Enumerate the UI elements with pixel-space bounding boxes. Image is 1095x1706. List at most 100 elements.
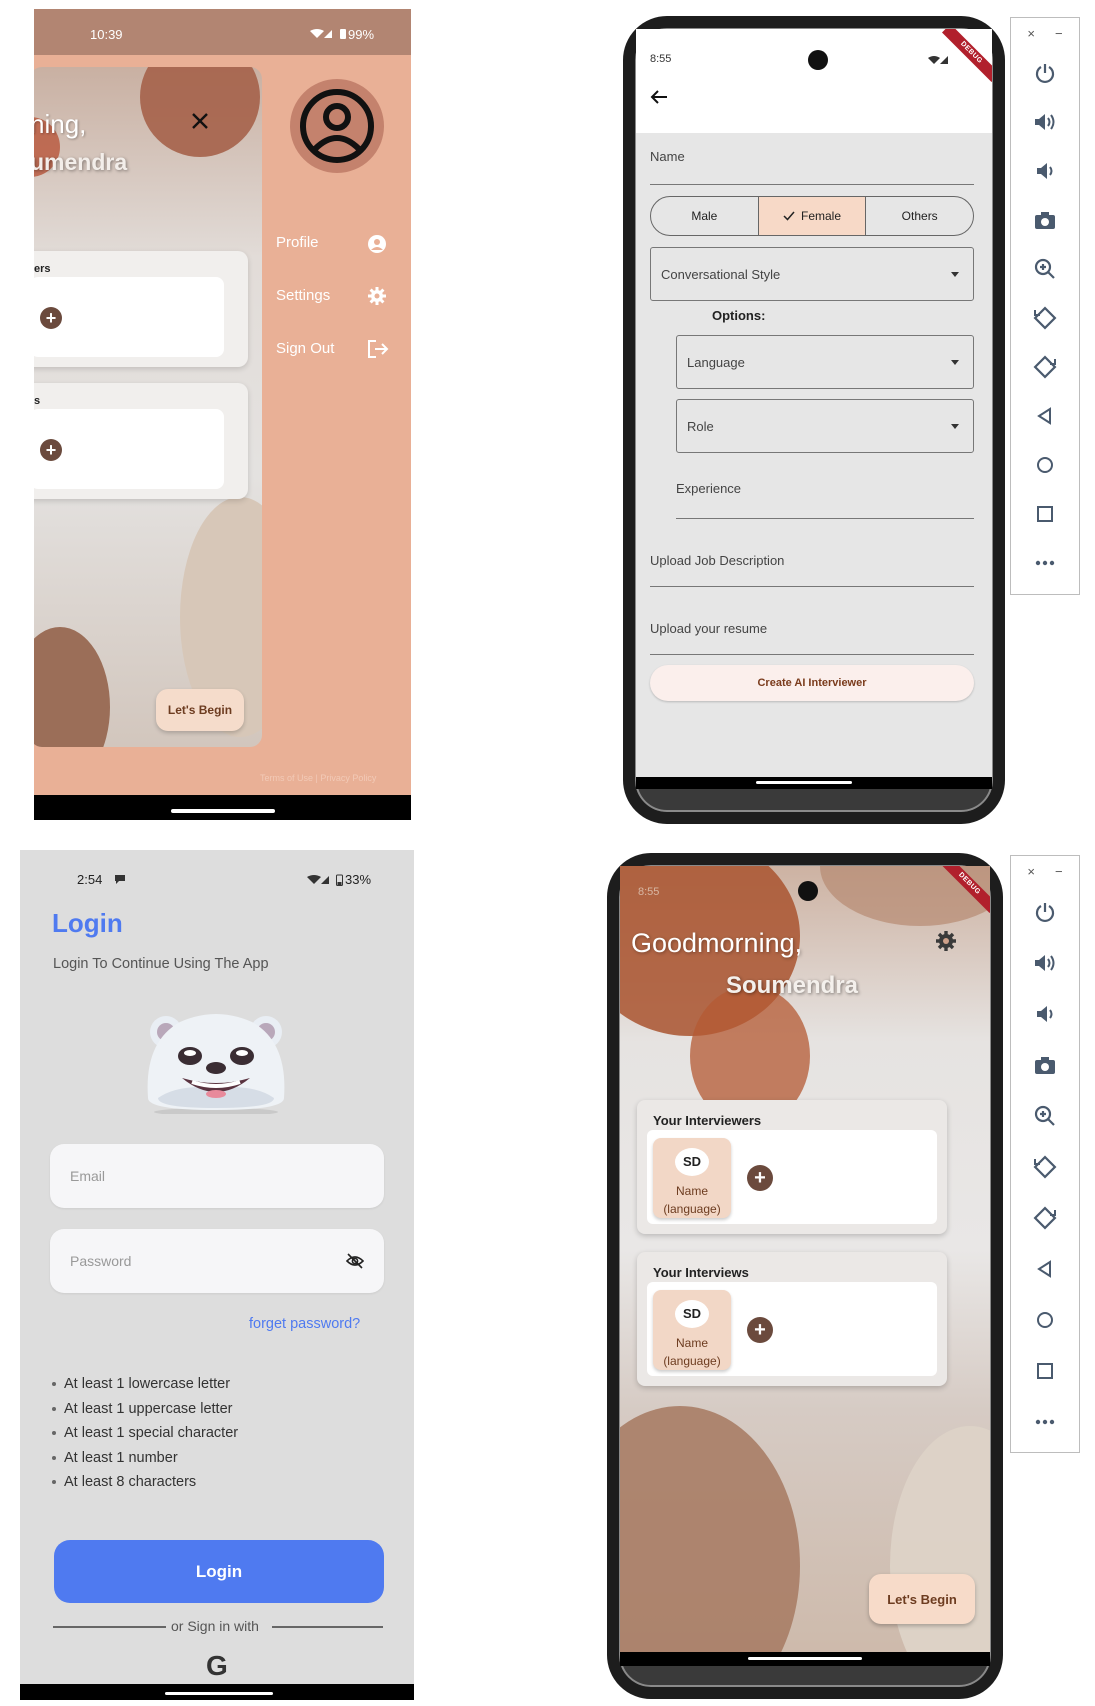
add-interview-icon[interactable]: + <box>40 439 62 461</box>
google-sign-in-icon[interactable]: G <box>206 1650 228 1682</box>
password-field[interactable]: Password <box>50 1229 384 1293</box>
nav-bar <box>34 795 411 820</box>
camera-icon[interactable] <box>1011 1039 1079 1090</box>
rotate-left-icon[interactable] <box>1011 293 1079 342</box>
more-icon[interactable] <box>1011 538 1079 587</box>
eye-off-icon[interactable] <box>346 1253 364 1269</box>
list-item: At least 1 lowercase letter <box>52 1372 238 1397</box>
status-time: 2:54 <box>77 872 103 887</box>
language-dropdown[interactable]: Language <box>676 335 974 389</box>
back-icon[interactable] <box>1011 391 1079 440</box>
create-ai-interviewer-button[interactable]: Create AI Interviewer <box>650 665 974 701</box>
rotate-right-icon[interactable] <box>1011 342 1079 391</box>
chevron-down-icon <box>951 423 959 429</box>
name-field[interactable]: Name <box>650 135 974 185</box>
power-icon[interactable] <box>1011 886 1079 937</box>
volume-up-icon[interactable] <box>1011 937 1079 988</box>
volume-down-icon[interactable] <box>1011 146 1079 195</box>
back-icon[interactable] <box>1011 1243 1079 1294</box>
account-circle-icon <box>367 234 387 254</box>
chevron-down-icon <box>951 271 959 277</box>
minimize-icon[interactable]: − <box>1055 26 1063 41</box>
rotate-left-icon[interactable] <box>1011 1141 1079 1192</box>
home-indicator[interactable] <box>748 1657 862 1660</box>
role-dropdown[interactable]: Role <box>676 399 974 453</box>
overview-icon[interactable] <box>1011 489 1079 538</box>
back-arrow-icon[interactable] <box>650 89 668 105</box>
avatar: SD <box>675 1300 709 1328</box>
page-title: Login <box>52 908 123 938</box>
lets-begin-button[interactable]: Let's Begin <box>869 1574 975 1624</box>
interviewers-section: ers + <box>34 251 248 367</box>
add-interview-icon[interactable]: + <box>747 1317 773 1343</box>
upload-resume-field[interactable]: Upload your resume <box>650 597 974 655</box>
gender-option-others[interactable]: Others <box>866 197 973 235</box>
home-indicator[interactable] <box>756 781 852 784</box>
lets-begin-button[interactable]: Let's Begin <box>156 689 244 731</box>
home-indicator[interactable] <box>165 1692 273 1695</box>
battery-icon <box>340 28 346 39</box>
gender-selector: Male Female Others <box>650 196 974 236</box>
gender-option-male[interactable]: Male <box>651 197 759 235</box>
experience-field[interactable]: Experience <box>676 463 974 519</box>
mascot-illustration <box>138 1002 294 1114</box>
user-name: umendra <box>34 149 128 175</box>
menu-sign-out[interactable]: Sign Out <box>276 340 334 357</box>
forget-password-link[interactable]: forget password? <box>249 1316 360 1332</box>
list-item: At least 1 number <box>52 1446 238 1471</box>
interview-tile[interactable]: SD Name (language) <box>653 1290 731 1370</box>
more-icon[interactable] <box>1011 1396 1079 1447</box>
interviewer-tile[interactable]: SD Name (language) <box>653 1138 731 1218</box>
menu-profile[interactable]: Profile <box>276 234 319 251</box>
status-time: 8:55 <box>638 886 660 898</box>
footer-links[interactable]: Terms of Use | Privacy Policy <box>260 773 376 783</box>
zoom-icon[interactable] <box>1011 1090 1079 1141</box>
rotate-right-icon[interactable] <box>1011 1192 1079 1243</box>
menu-settings[interactable]: Settings <box>276 287 330 304</box>
logout-icon <box>367 339 389 359</box>
home-indicator[interactable] <box>171 809 275 813</box>
close-icon[interactable]: × <box>1027 26 1035 41</box>
interviews-section: Your Interviews SD Name (language) + <box>637 1252 947 1386</box>
add-interviewer-icon[interactable]: + <box>747 1165 773 1191</box>
status-battery: 99% <box>348 27 375 42</box>
minimize-icon[interactable]: − <box>1055 864 1063 879</box>
profile-avatar[interactable] <box>290 79 384 173</box>
volume-up-icon[interactable] <box>1011 97 1079 146</box>
home-icon[interactable] <box>1011 1294 1079 1345</box>
upload-job-description-field[interactable]: Upload Job Description <box>650 529 974 587</box>
close-icon[interactable] <box>190 111 210 131</box>
section-title: Your Interviews <box>653 1265 749 1280</box>
wifi-signal-icon <box>307 874 333 885</box>
status-bar: 10:39 99% <box>34 9 411 55</box>
options-label: Options: <box>712 308 766 323</box>
conversational-style-dropdown[interactable]: Conversational Style <box>650 247 974 301</box>
section-title: ers <box>34 263 51 275</box>
avatar: SD <box>675 1148 709 1176</box>
email-field[interactable]: Email <box>50 1144 384 1208</box>
greeting-text: ning, <box>34 109 87 139</box>
section-title: Your Interviewers <box>653 1113 762 1128</box>
email-placeholder: Email <box>70 1168 106 1184</box>
list-item: At least 1 uppercase letter <box>52 1397 238 1422</box>
home-icon[interactable] <box>1011 440 1079 489</box>
gender-option-female[interactable]: Female <box>758 197 867 235</box>
add-interviewer-icon[interactable]: + <box>40 307 62 329</box>
emulator-toolbar-bottom: × − <box>1010 855 1080 1453</box>
user-name: Soumendra <box>726 972 859 999</box>
overview-icon[interactable] <box>1011 1345 1079 1396</box>
volume-down-icon[interactable] <box>1011 988 1079 1039</box>
gear-icon[interactable] <box>935 930 957 952</box>
drawer-screen: 10:39 99% ning, umendra ers + s + Let's … <box>34 9 411 820</box>
emulator-toolbar-top: × − <box>1010 17 1080 595</box>
login-screen: 2:54 33% Login Login To Continue Using T… <box>20 850 414 1700</box>
close-icon[interactable]: × <box>1027 864 1035 879</box>
interviews-section: s + <box>34 383 248 499</box>
power-icon[interactable] <box>1011 48 1079 97</box>
camera-icon[interactable] <box>1011 195 1079 244</box>
password-placeholder: Password <box>70 1253 132 1269</box>
page-subtitle: Login To Continue Using The App <box>53 956 269 972</box>
zoom-icon[interactable] <box>1011 244 1079 293</box>
login-button[interactable]: Login <box>54 1540 384 1603</box>
chevron-down-icon <box>951 359 959 365</box>
